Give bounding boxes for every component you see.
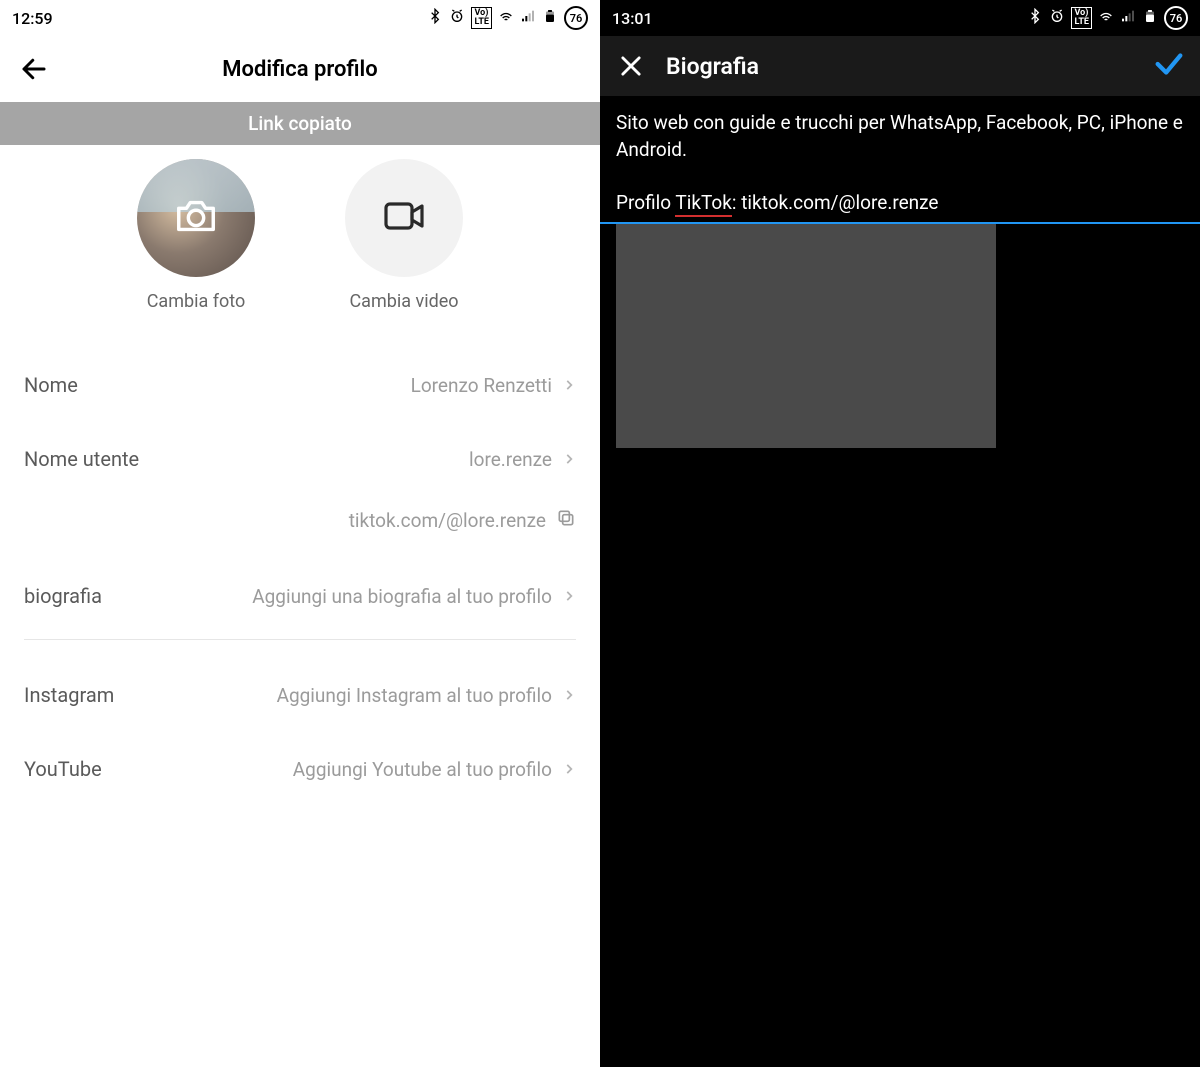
page-title: Biografia [666,53,1152,80]
field-instagram-placeholder: Aggiungi Instagram al tuo profilo [277,684,552,707]
volte-icon: Vo)LTE [471,7,492,29]
chevron-right-icon [562,374,576,397]
close-button[interactable] [614,49,648,83]
chevron-right-icon [562,684,576,707]
battery-icon [542,8,558,28]
camera-icon [173,193,219,243]
toast-link-copied: Link copiato [0,102,600,145]
status-time: 12:59 [12,9,53,28]
field-instagram[interactable]: Instagram Aggiungi Instagram al tuo prof… [24,658,576,732]
field-name-label: Nome [24,373,78,397]
field-bio-placeholder: Aggiungi una biografia al tuo profilo [252,585,552,608]
confirm-button[interactable] [1152,47,1186,85]
app-bar: Biografia [600,36,1200,96]
status-icons: Vo)LTE 76 [1027,6,1188,30]
change-photo-label: Cambia foto [137,291,255,312]
field-bio[interactable]: biografia Aggiungi una biografia al tuo … [24,559,576,633]
profile-link-row[interactable]: tiktok.com/@lore.renze [24,496,576,559]
screen-bio-editor: 13:01 Vo)LTE 76 Biografia [600,0,1200,1067]
wifi-icon [498,8,514,28]
alarm-icon [1049,8,1065,28]
status-time: 13:01 [612,9,653,28]
media-row: Cambia foto Cambia video [0,145,600,318]
field-instagram-label: Instagram [24,683,114,707]
spellcheck-word: TikTok [675,191,731,217]
chevron-right-icon [562,448,576,471]
volte-icon: Vo)LTE [1071,7,1092,29]
avatar [137,159,255,277]
status-bar: 13:01 Vo)LTE 76 [600,0,1200,36]
video-icon [380,192,428,244]
screen-edit-profile: 12:59 Vo)LTE 76 Modifica profilo [0,0,600,1067]
change-video-label: Cambia video [345,291,463,312]
video-placeholder [345,159,463,277]
bluetooth-icon [427,8,443,28]
profile-fields: Nome Lorenzo Renzetti Nome utente lore.r… [0,318,600,806]
field-username-label: Nome utente [24,447,139,471]
divider [24,639,576,640]
copy-icon[interactable] [556,508,576,533]
field-youtube-placeholder: Aggiungi Youtube al tuo profilo [293,758,552,781]
back-button[interactable] [18,53,50,85]
battery-icon [1142,8,1158,28]
page-title: Modifica profilo [222,57,377,82]
field-name[interactable]: Nome Lorenzo Renzetti [24,348,576,422]
status-bar: 12:59 Vo)LTE 76 [0,0,600,36]
field-username-value: lore.renze [469,448,552,471]
field-username[interactable]: Nome utente lore.renze [24,422,576,496]
bluetooth-icon [1027,8,1043,28]
app-bar: Modifica profilo [0,36,600,102]
bio-textarea[interactable]: Sito web con guide e trucchi per WhatsAp… [600,96,1200,224]
change-photo-button[interactable]: Cambia foto [137,159,255,312]
bio-line2: Profilo TikTok: tiktok.com/@lore.renze [616,190,1184,217]
signal-icon [520,8,536,28]
field-youtube[interactable]: YouTube Aggiungi Youtube al tuo profilo [24,732,576,806]
field-youtube-label: YouTube [24,757,102,781]
change-video-button[interactable]: Cambia video [345,159,463,312]
alarm-icon [449,8,465,28]
battery-percent: 76 [564,6,588,30]
field-bio-label: biografia [24,584,102,608]
bio-line1: Sito web con guide e trucchi per WhatsAp… [616,110,1184,163]
profile-link-value: tiktok.com/@lore.renze [349,509,546,532]
signal-icon [1120,8,1136,28]
suggestion-panel [616,224,996,448]
field-name-value: Lorenzo Renzetti [411,374,552,397]
status-icons: Vo)LTE 76 [427,6,588,30]
chevron-right-icon [562,585,576,608]
chevron-right-icon [562,758,576,781]
battery-percent: 76 [1164,6,1188,30]
wifi-icon [1098,8,1114,28]
